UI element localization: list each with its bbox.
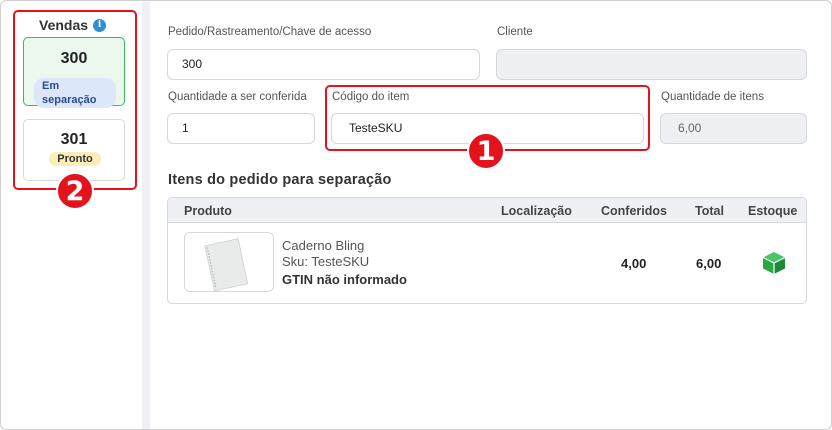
app-frame: Vendas i 300 Em separação 301 Pronto 2 P… — [0, 0, 832, 430]
items-table: Produto Localização Conferidos Total Est… — [167, 197, 807, 304]
col-total: Total — [695, 204, 724, 218]
product-sku: Sku: TesteSKU — [282, 254, 370, 269]
qty-field-label: Quantidade a ser conferida — [168, 91, 307, 103]
product-gtin: GTIN não informado — [282, 272, 407, 287]
item-qty-field: 6,00 — [660, 113, 807, 144]
client-field-label: Cliente — [497, 26, 533, 38]
product-name: Caderno Bling — [282, 238, 365, 253]
qty-to-check-input[interactable]: 1 — [167, 113, 315, 144]
annotation-badge-1: 1 — [467, 132, 505, 170]
sidebar-divider — [142, 2, 150, 429]
col-stock: Estoque — [748, 204, 798, 218]
client-field — [496, 49, 807, 80]
col-checked: Conferidos — [601, 204, 667, 218]
stock-box-icon[interactable] — [761, 250, 787, 276]
order-search-input[interactable]: 300 — [167, 49, 480, 80]
items-section-title: Itens do pedido para separação — [168, 172, 392, 188]
table-header: Produto Localização Conferidos Total Est… — [168, 198, 806, 223]
sidebar-highlight-box — [13, 10, 137, 190]
annotation-badge-2: 2 — [56, 172, 94, 210]
notebook-image — [185, 233, 273, 291]
checked-qty: 4,00 — [621, 256, 647, 271]
item-qty-label: Quantidade de itens — [661, 91, 764, 103]
col-location: Localização — [501, 204, 572, 218]
col-product: Produto — [184, 204, 232, 218]
product-thumbnail — [184, 232, 274, 292]
total-qty: 6,00 — [696, 256, 722, 271]
order-field-label: Pedido/Rastreamento/Chave de acesso — [168, 26, 372, 38]
